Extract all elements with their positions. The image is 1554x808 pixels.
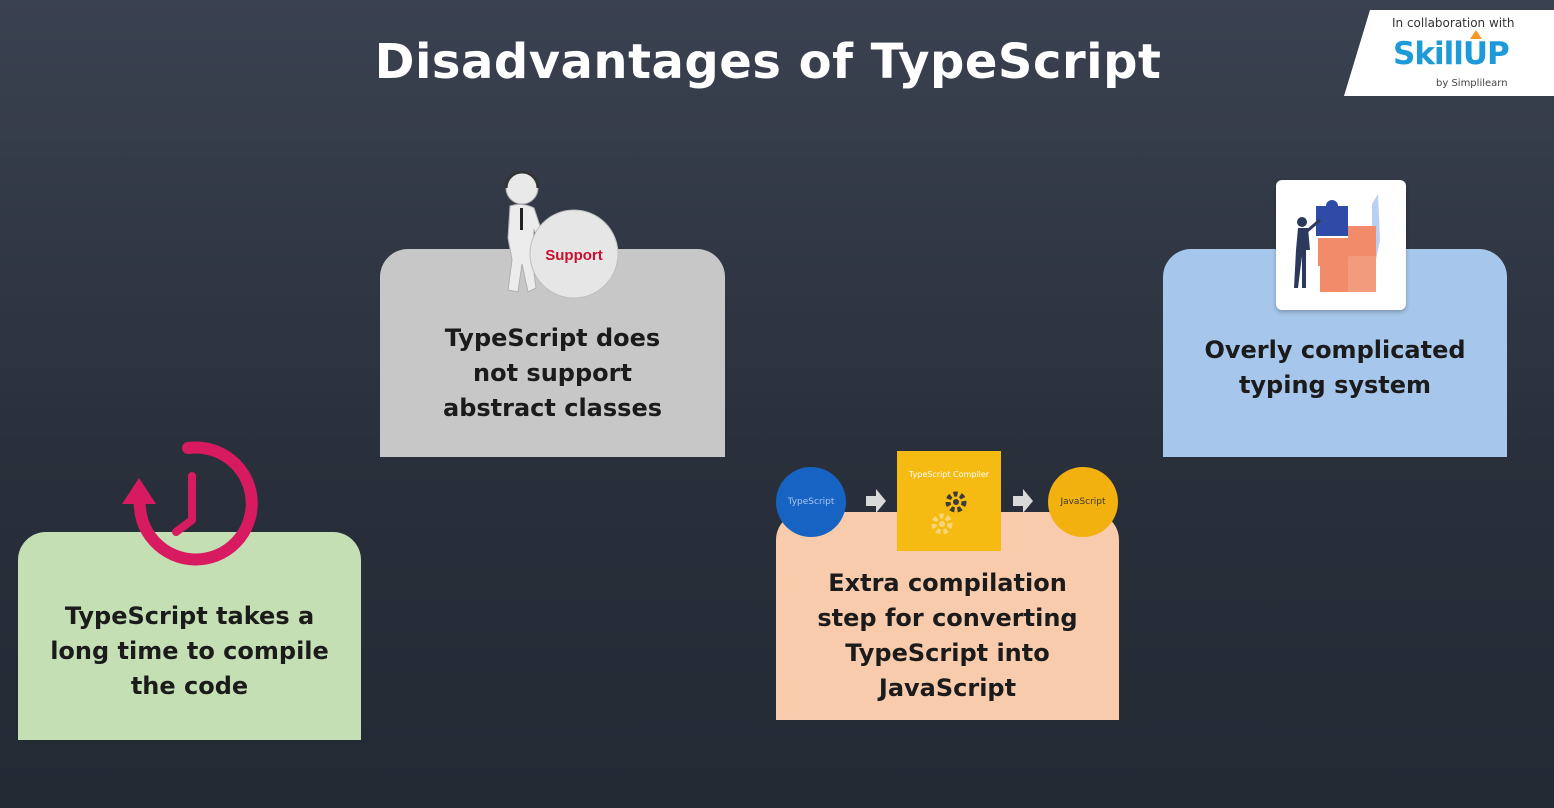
arrow-right-icon [1013, 489, 1033, 513]
support-badge-text: Support [545, 247, 603, 264]
flow-javascript-circle: JavaScript [1048, 467, 1118, 537]
clock-icon [122, 441, 258, 566]
card-line: long time to compile [50, 636, 329, 665]
arrow-right-icon [866, 489, 886, 513]
card-line: the code [130, 671, 249, 700]
card-line: TypeScript into [845, 639, 1050, 667]
puzzle-image-card [1276, 180, 1406, 310]
support-person-icon: Support [504, 170, 618, 299]
card-line: abstract classes [443, 393, 662, 422]
logo-arrow-icon [1470, 30, 1482, 39]
card-line: Overly complicated [1204, 336, 1466, 364]
flow-typescript-circle: TypeScript [776, 467, 846, 537]
gear-icon [931, 491, 967, 535]
logo-sub-text: by Simplilearn [1436, 78, 1508, 89]
card-line: not support [473, 358, 632, 387]
card-line: Extra compilation [828, 569, 1067, 597]
card-line: typing system [1238, 371, 1432, 399]
logo-collab-text: In collaboration with [1392, 16, 1515, 30]
card-line: step for converting [817, 604, 1078, 632]
slide-title: Disadvantages of TypeScript [374, 34, 1162, 90]
flow-compiler-label: TypeScript Compiler [908, 470, 990, 479]
card-line: JavaScript [878, 674, 1017, 702]
card-line: TypeScript does [444, 323, 661, 352]
skillup-logo: SkillUP [1393, 36, 1510, 72]
card-line: TypeScript takes a [64, 601, 315, 630]
puzzle-icon [1294, 194, 1380, 292]
